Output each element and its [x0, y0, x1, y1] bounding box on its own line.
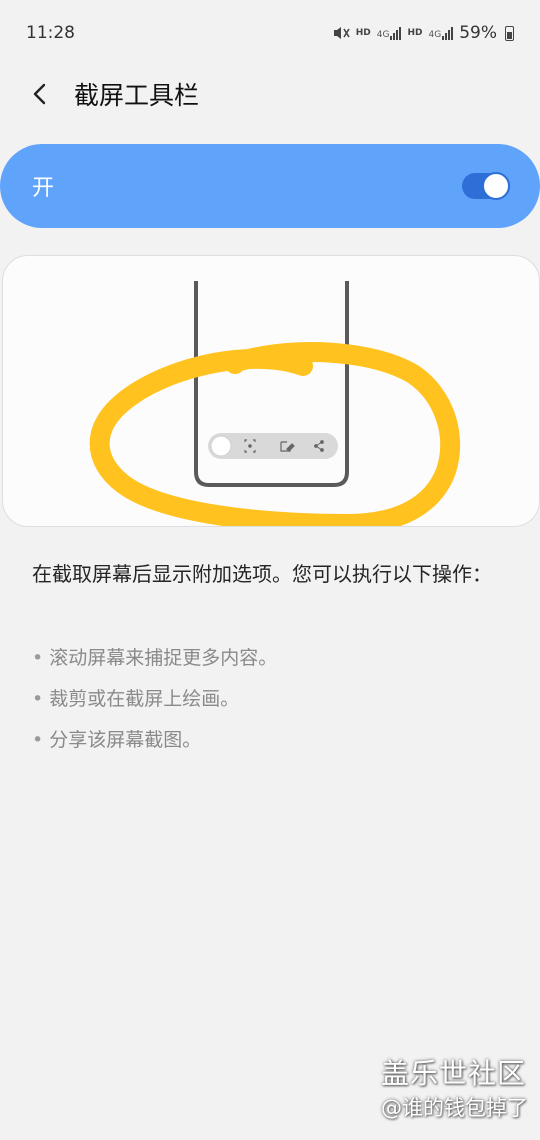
page-title: 截屏工具栏	[74, 81, 200, 110]
back-arrow-icon	[33, 83, 46, 105]
watermark-author: @谁的钱包掉了	[381, 1096, 528, 1120]
list-item: • 分享该屏幕截图。	[32, 729, 202, 751]
app-bar: 截屏工具栏	[0, 66, 540, 122]
battery-percent: 59%	[459, 23, 497, 43]
feature-list: • 滚动屏幕来捕捉更多内容。 • 裁剪或在截屏上绘画。 • 分享该屏幕截图。	[32, 640, 512, 763]
signal-4g-icon: 4G	[377, 26, 402, 40]
status-time: 11:28	[26, 23, 75, 43]
watermark-site: 盖乐世社区	[380, 1057, 526, 1090]
mute-vibrate-icon	[333, 27, 350, 39]
hd-icon-2: HD	[407, 28, 423, 38]
toggle-thumb	[482, 172, 510, 200]
preview-illustration	[2, 255, 540, 527]
signal-4g-icon-2: 4G	[429, 26, 454, 40]
description-text: 在截取屏幕后显示附加选项。您可以执行以下操作：	[32, 562, 492, 586]
master-switch[interactable]: 开	[0, 144, 540, 228]
master-switch-label: 开	[32, 176, 55, 201]
back-button[interactable]	[0, 66, 80, 122]
status-bar: 11:28 HD 4G HD 4G 59%	[0, 0, 540, 66]
list-item: • 裁剪或在截屏上绘画。	[32, 688, 240, 710]
toolbar-circle-button	[210, 435, 232, 457]
status-icons: HD 4G HD 4G 59%	[332, 23, 514, 43]
toggle-switch[interactable]	[462, 172, 510, 200]
battery-icon	[505, 25, 514, 41]
hd-icon: HD	[355, 28, 371, 38]
preview-svg	[89, 281, 461, 526]
list-item: • 滚动屏幕来捕捉更多内容。	[32, 647, 278, 669]
